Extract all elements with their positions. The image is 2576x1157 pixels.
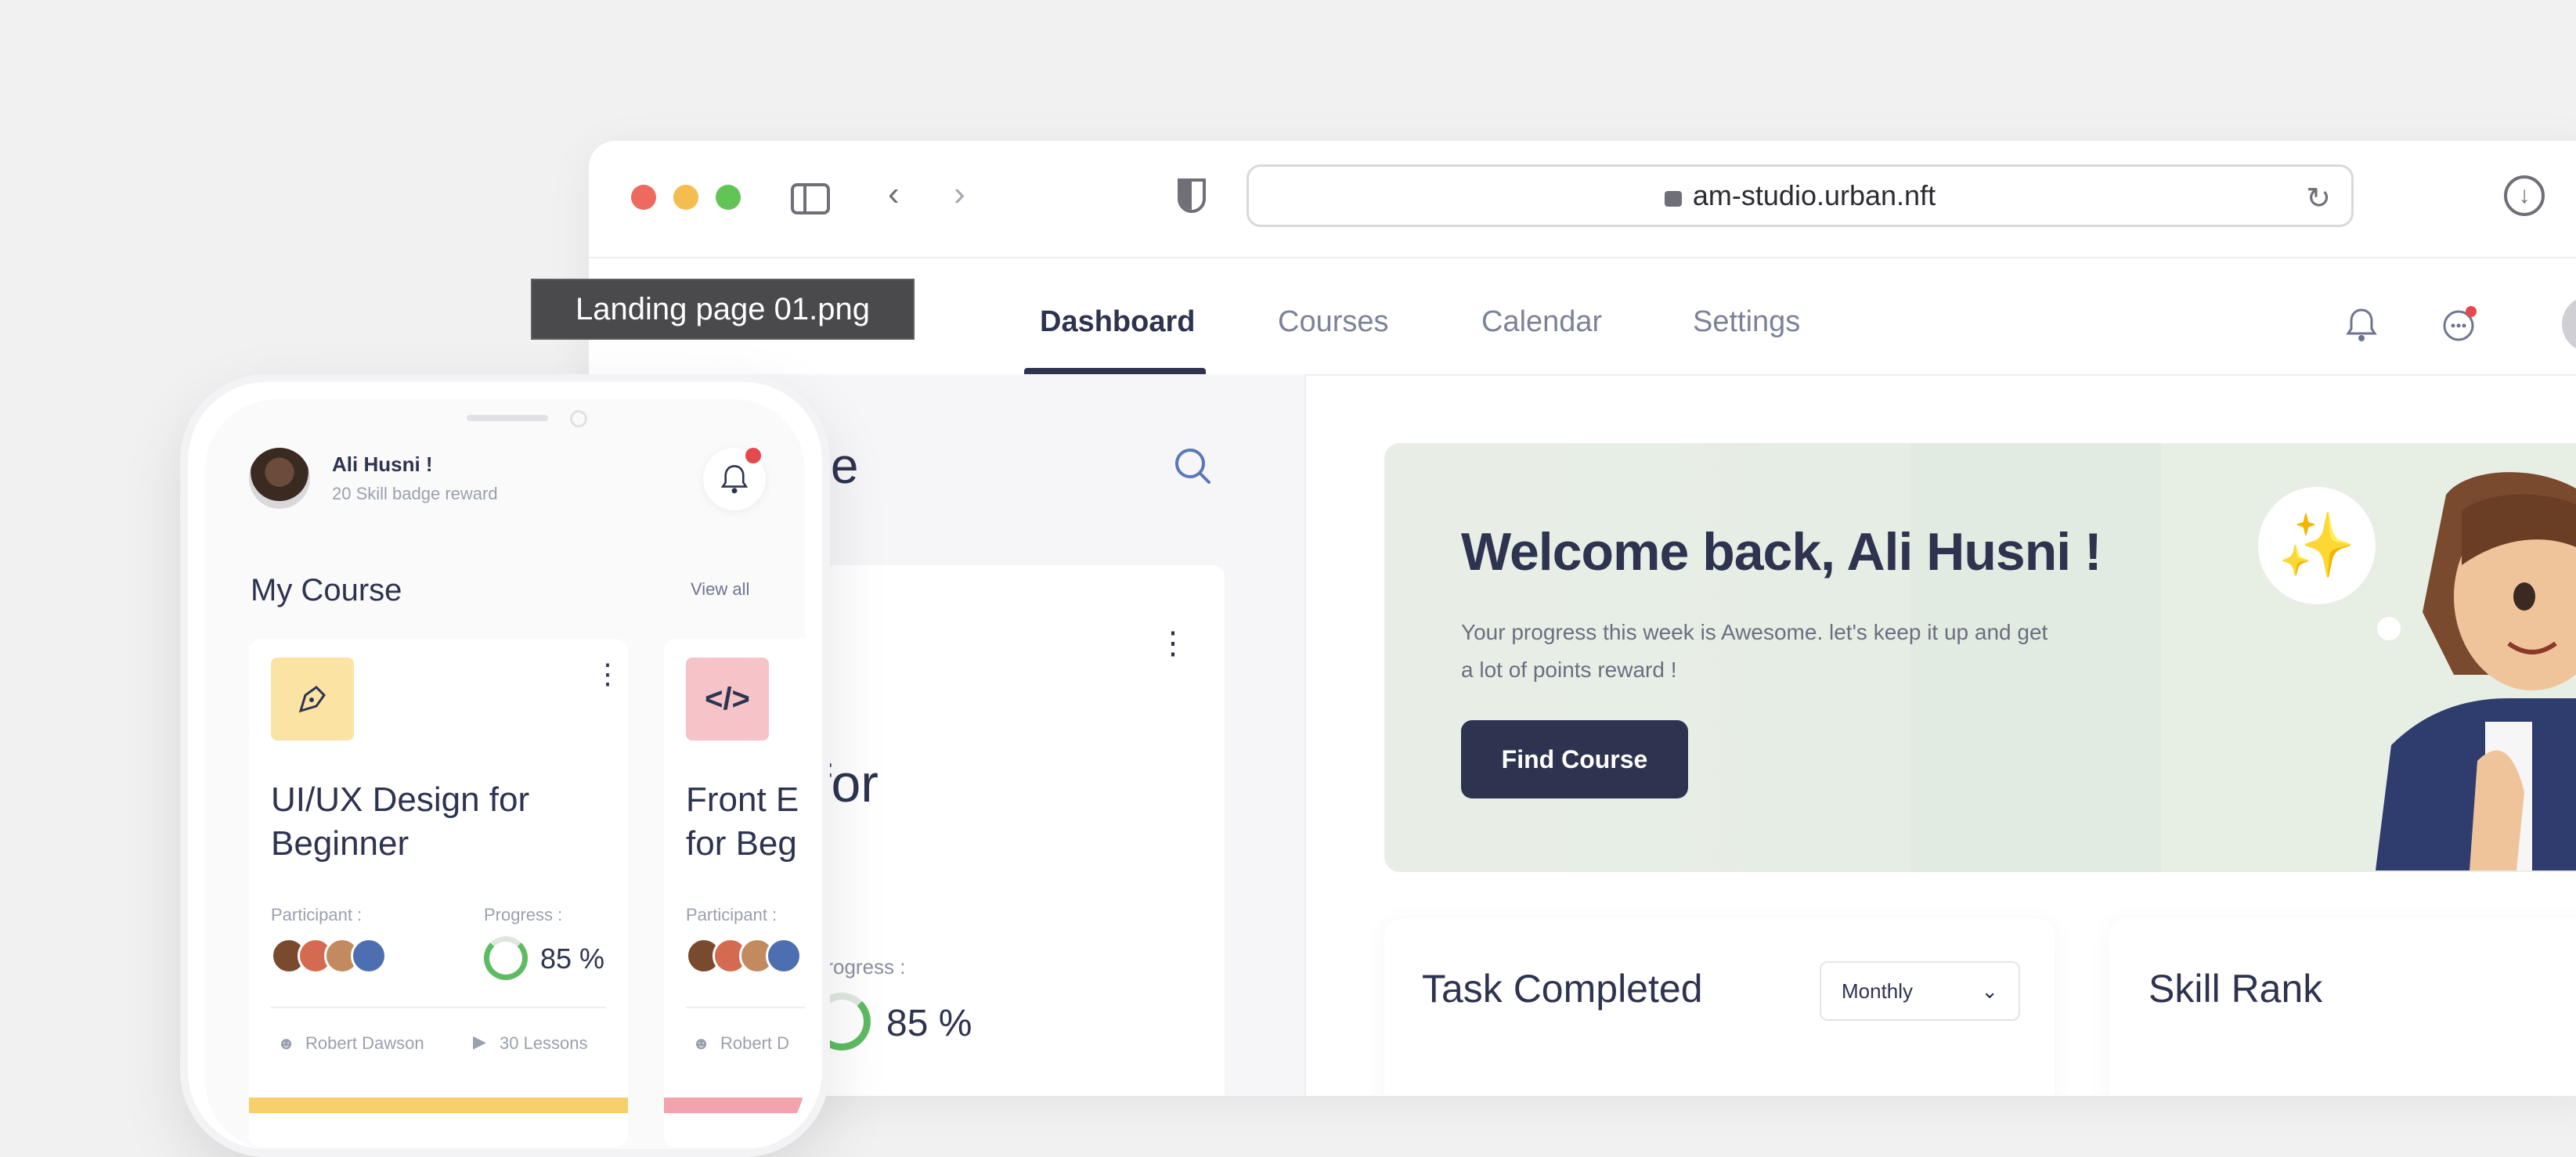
divider	[686, 1007, 805, 1008]
card-accent-bar	[249, 1098, 628, 1113]
skill-rank-card: Skill Rank	[2109, 919, 2576, 1096]
tab-settings[interactable]: Settings	[1693, 305, 1800, 339]
filename-tooltip: Landing page 01.png	[531, 279, 915, 340]
url-text: am-studio.urban.nft	[1692, 179, 1936, 211]
welcome-subtitle: Your progress this week is Awesome. let'…	[1461, 620, 2048, 682]
tab-calendar[interactable]: Calendar	[1481, 305, 1602, 339]
pen-tool-icon	[271, 658, 354, 741]
avatar[interactable]	[249, 448, 310, 509]
browser-toolbar: ‹ › am-studio.urban.nft ↻ ↓	[589, 141, 2576, 258]
course-card[interactable]: </> Front E for Beg Participant : ☻ Robe…	[664, 639, 805, 1148]
user-icon: ☻	[692, 1033, 711, 1053]
mentor-name: Robert Dawson	[305, 1033, 424, 1053]
welcome-banner: Welcome back, Ali Husni ! Your progress …	[1384, 443, 2576, 872]
chevron-down-icon: ⌄	[1981, 979, 1998, 1003]
phone-camera	[570, 410, 587, 427]
sidebar-toggle-icon[interactable]	[791, 183, 830, 214]
mentor-name: Robert D	[720, 1033, 790, 1053]
tab-dashboard[interactable]: Dashboard	[1040, 305, 1195, 339]
participant-label: Participant :	[271, 905, 363, 925]
reload-icon[interactable]: ↻	[2306, 181, 2331, 216]
minimize-window-button[interactable]	[673, 185, 698, 210]
task-completed-card: Task Completed Monthly ⌄	[1384, 919, 2055, 1096]
search-icon[interactable]	[1173, 446, 1210, 484]
skill-card-title: Skill Rank	[2148, 967, 2323, 1011]
progress-ring	[484, 936, 528, 980]
maximize-window-button[interactable]	[716, 185, 741, 210]
lock-icon	[1664, 191, 1682, 207]
task-card-title: Task Completed	[1422, 967, 1703, 1011]
user-name: Ali Husni !	[332, 452, 433, 476]
participant-avatars	[686, 938, 802, 978]
bell-icon[interactable]	[2346, 307, 2377, 341]
participant-label: Participant :	[686, 905, 777, 925]
my-course-title: My Course	[251, 573, 402, 607]
course-card[interactable]: ⋮ UI/UX Design for Beginner Participant …	[249, 639, 628, 1148]
find-course-button[interactable]: Find Course	[1461, 720, 1688, 798]
forward-arrow-icon[interactable]: ›	[954, 177, 965, 211]
avatar[interactable]	[2562, 296, 2576, 352]
divider	[271, 1007, 606, 1008]
user-icon: ☻	[277, 1033, 296, 1053]
course-title-line2: for Beg	[686, 824, 797, 863]
welcome-title: Welcome back, Ali Husni !	[1461, 522, 2102, 582]
progress-value: 85 %	[886, 1003, 972, 1044]
tab-courses[interactable]: Courses	[1278, 305, 1389, 339]
back-arrow-icon[interactable]: ‹	[888, 177, 900, 211]
more-options-icon[interactable]: ⋮	[593, 658, 622, 690]
view-all-link[interactable]: View all	[691, 579, 749, 600]
more-options-icon[interactable]: ⋮	[1157, 628, 1189, 659]
period-value: Monthly	[1842, 979, 1914, 1003]
phone-speaker	[467, 415, 548, 421]
lessons-count: 30 Lessons	[500, 1033, 588, 1053]
card-accent-bar	[664, 1098, 805, 1113]
phone-bell-button[interactable]	[703, 448, 766, 510]
address-bar[interactable]: am-studio.urban.nft ↻	[1247, 164, 2354, 227]
chat-icon[interactable]	[2440, 305, 2479, 344]
sparkle-icon: ✨	[2258, 487, 2376, 604]
user-badges: 20 Skill badge reward	[332, 484, 498, 503]
progress-label: Progress :	[484, 905, 563, 925]
active-tab-indicator	[1024, 368, 1206, 374]
period-dropdown[interactable]: Monthly ⌄	[1820, 961, 2020, 1021]
play-icon: ▶	[473, 1032, 486, 1051]
course-title: Front E	[686, 780, 799, 819]
character-illustration	[2376, 463, 2576, 870]
phone-screen: Ali Husni ! 20 Skill badge reward My Cou…	[205, 399, 805, 1149]
progress-value: 85 %	[540, 943, 605, 975]
participant-avatars	[271, 938, 387, 978]
course-title: UI/UX Design for Beginner	[271, 780, 530, 863]
downloads-icon[interactable]: ↓	[2504, 175, 2545, 216]
code-icon: </>	[686, 658, 769, 741]
close-window-button[interactable]	[631, 185, 656, 210]
phone-mockup: Ali Husni ! 20 Skill badge reward My Cou…	[180, 374, 830, 1157]
shield-icon[interactable]	[1178, 178, 1206, 213]
